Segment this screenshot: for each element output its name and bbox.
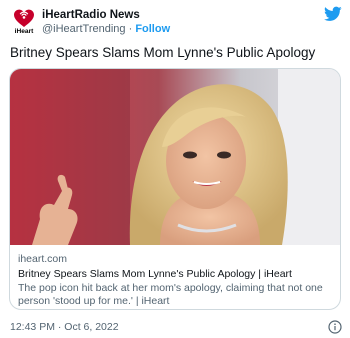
follow-button[interactable]: Follow xyxy=(135,23,170,35)
tweet-text: Britney Spears Slams Mom Lynne's Public … xyxy=(10,45,316,60)
card-description: The pop icon hit back at her mom's apolo… xyxy=(18,282,323,307)
avatar-wordmark: iHeart xyxy=(15,28,34,34)
card-meta[interactable]: iheart.com Britney Spears Slams Mom Lynn… xyxy=(18,253,334,308)
account-avatar[interactable]: iHeart xyxy=(10,6,38,34)
handle-separator: · xyxy=(128,23,133,35)
link-card[interactable]: iheart.com Britney Spears Slams Mom Lynn… xyxy=(9,68,341,310)
card-title: Britney Spears Slams Mom Lynne's Public … xyxy=(18,268,292,280)
tweet-header: iHeart iHeartRadio News @iHeartTrending … xyxy=(10,6,342,38)
handle-row: @iHeartTrending · Follow xyxy=(42,22,170,36)
article-photo[interactable] xyxy=(10,69,340,245)
iheart-logo-icon: iHeart xyxy=(14,9,34,34)
info-icon[interactable] xyxy=(328,320,342,334)
tweet-timestamp[interactable]: 12:43 PM · Oct 6, 2022 xyxy=(10,320,342,334)
tweet-footer: 12:43 PM · Oct 6, 2022 xyxy=(10,320,342,334)
card-domain: iheart.com xyxy=(18,253,68,265)
twitter-bird-icon[interactable] xyxy=(324,6,342,22)
account-name[interactable]: iHeartRadio News xyxy=(42,8,170,22)
account-name-block: iHeartRadio News @iHeartTrending · Follo… xyxy=(42,8,170,36)
account-handle[interactable]: @iHeartTrending xyxy=(42,23,126,35)
